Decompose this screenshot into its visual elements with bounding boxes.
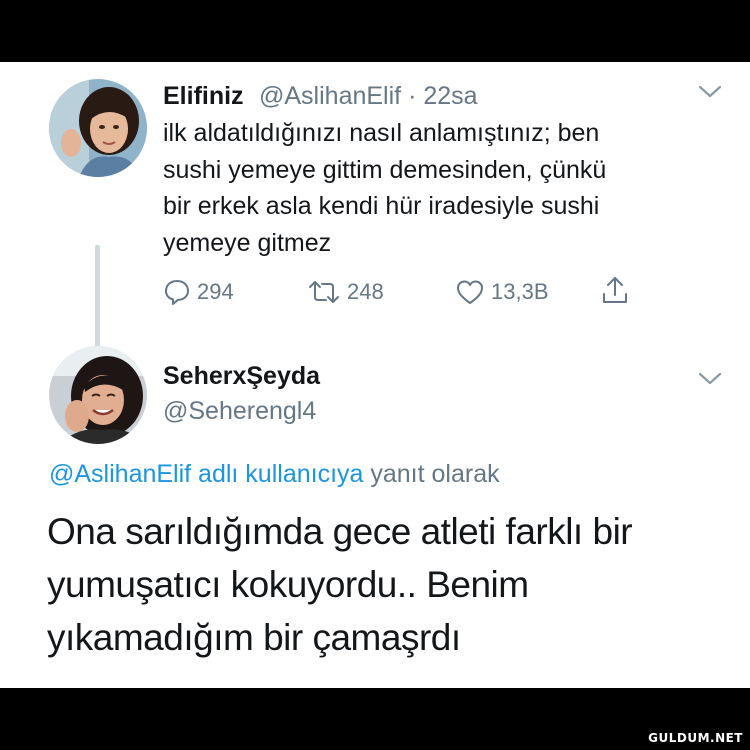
tweet-text-line: sushi yemeye gittim demesinden, çünkü [163,155,607,184]
retweet-icon [309,281,339,303]
avatar[interactable] [49,346,147,444]
reply-text-line: yıkamadığım bir çamaşrdı [47,617,461,658]
like-button[interactable]: 13,3B [455,276,549,308]
avatar[interactable] [49,79,147,177]
tweet-card: Elifiniz @AslihanElif · 22sa ilk aldatıl… [0,62,750,688]
reply-text: Ona sarıldığımda gece atleti farklı bir … [47,505,737,664]
reply-icon [165,280,189,305]
tweet-text-line: bir erkek asla kendi hür iradesiyle sush… [163,192,600,220]
reply-text-line: Ona sarıldığımda gece atleti farklı bir [47,511,633,552]
reply-button[interactable]: 294 [163,276,234,308]
reply-context-mention[interactable]: @AslihanElif adlı kullanıcıya [49,460,363,488]
chevron-down-icon[interactable] [697,84,723,100]
tweet-text-line: yemeye gitmez [163,228,332,257]
avatar-photo [49,79,147,177]
watermark: GULDUM.NET [648,731,743,745]
tweet-meta: @AslihanElif · 22sa [259,79,478,113]
avatar-photo [49,346,147,444]
author-handle[interactable]: @AslihanElif [259,82,401,110]
tweet-text-line: ilk aldatıldığınızı nasıl anlamıştınız; … [163,119,600,147]
reply-context-suffix: yanıt olarak [370,460,500,488]
reply-author-name[interactable]: SeherxŞeyda [163,360,320,392]
reply-author-handle[interactable]: @Seherengl4 [163,395,316,427]
reply-text-line: yumuşatıcı kokuyordu.. Benim [47,564,529,605]
like-count: 13,3B [491,279,549,304]
retweet-count: 248 [347,279,384,304]
share-button[interactable] [600,274,630,306]
share-icon [603,277,627,303]
reply-context: @AslihanElif adlı kullanıcıya yanıt olar… [49,460,500,489]
heart-icon [457,280,483,304]
meta-separator: · [408,82,417,110]
reply-count: 294 [197,279,234,304]
chevron-down-icon[interactable] [697,371,723,387]
tweet-text: ilk aldatıldığınızı nasıl anlamıştınız; … [163,115,606,261]
author-name[interactable]: Elifiniz [163,79,244,113]
tweet-time[interactable]: 22sa [423,82,477,110]
retweet-button[interactable]: 248 [307,276,384,308]
